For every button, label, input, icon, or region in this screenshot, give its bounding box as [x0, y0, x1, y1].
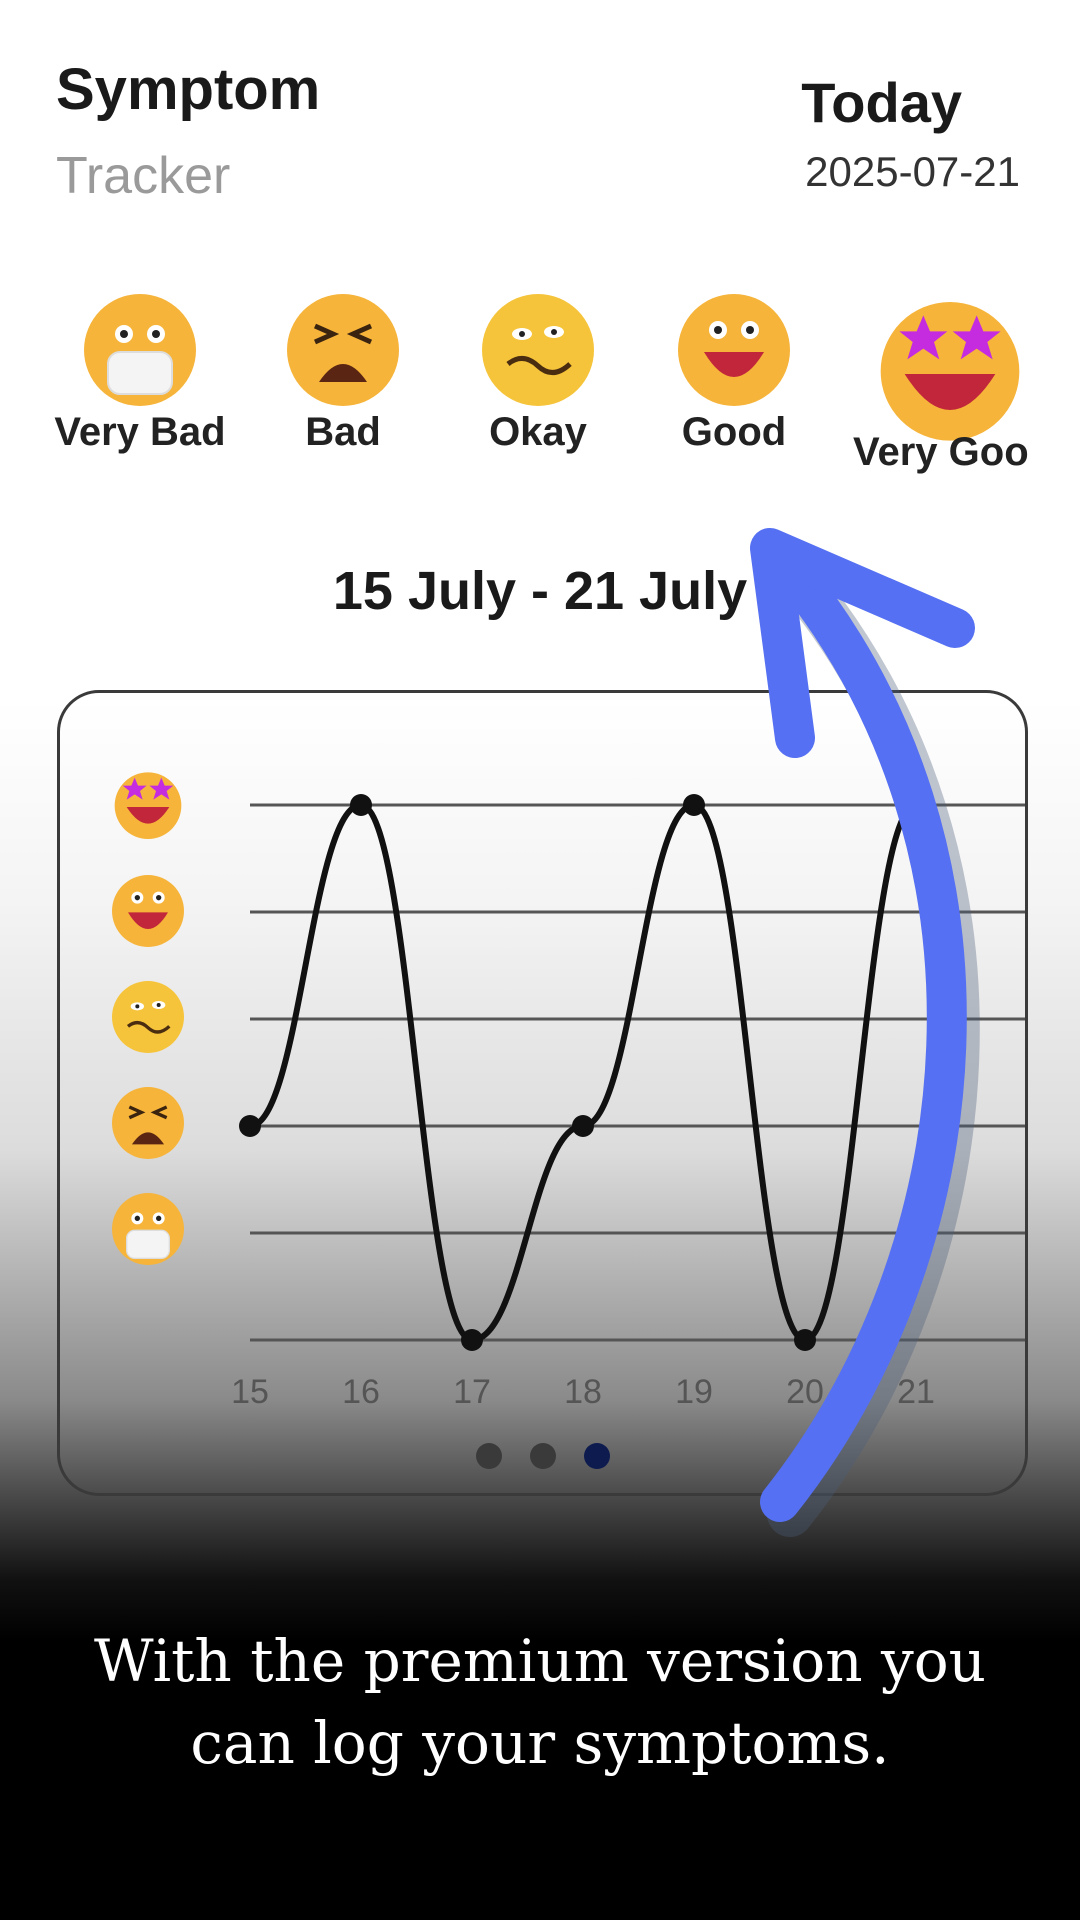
- mood-label: Very Bad: [54, 410, 226, 454]
- mood-label: Okay: [489, 410, 587, 454]
- mood-label: Bad: [305, 410, 381, 454]
- mood-label: Good: [681, 410, 787, 454]
- mood-line-chart: [239, 794, 1025, 1351]
- current-date: 2025-07-21: [805, 148, 1020, 195]
- series-line: [249, 801, 918, 1344]
- smile-face-icon: [678, 294, 790, 406]
- x-tick-label: 21: [897, 1373, 935, 1411]
- x-tick-label: 19: [675, 1373, 713, 1411]
- data-point[interactable]: [683, 794, 705, 816]
- mood-good-button[interactable]: Good: [634, 290, 834, 455]
- week-range-label: 15 July - 21 July: [332, 561, 748, 621]
- star-struck-face-icon: [880, 302, 1020, 441]
- mood-bad-button[interactable]: Bad: [243, 290, 443, 455]
- x-tick-label: 18: [564, 1373, 602, 1411]
- mood-chart-card: 15 16 17 18 19 20 21: [57, 690, 1028, 1496]
- page-dot[interactable]: [475, 1443, 502, 1469]
- x-tick-label: 16: [342, 1373, 380, 1411]
- mask-face-icon: [84, 294, 196, 406]
- data-point[interactable]: [572, 1115, 594, 1137]
- mood-label: Very Goo: [853, 430, 1029, 474]
- x-tick-label: 20: [786, 1373, 824, 1411]
- x-tick-label: 15: [231, 1373, 269, 1411]
- data-point[interactable]: [461, 1329, 483, 1351]
- mood-very-good-button[interactable]: Very Goo: [835, 286, 1065, 475]
- x-tick-label: 17: [453, 1373, 491, 1411]
- caption-text: With the premium version you can log you…: [93, 1627, 987, 1777]
- woozy-face-icon: [482, 294, 594, 406]
- today-label: Today: [801, 71, 962, 134]
- page-title: Symptom: [56, 57, 321, 122]
- page-subtitle: Tracker: [56, 147, 231, 205]
- mood-very-bad-button[interactable]: Very Bad: [40, 290, 240, 455]
- page-indicator: [60, 1443, 1025, 1474]
- data-point[interactable]: [239, 1115, 261, 1137]
- data-point[interactable]: [794, 1329, 816, 1351]
- mood-selector: Very Bad Bad Okay Good Very Goo: [0, 290, 1080, 530]
- data-point[interactable]: [350, 794, 372, 816]
- mood-okay-button[interactable]: Okay: [438, 290, 638, 455]
- page-dot-active[interactable]: [583, 1443, 610, 1469]
- tired-face-icon: [287, 294, 399, 406]
- page-dot[interactable]: [529, 1443, 556, 1469]
